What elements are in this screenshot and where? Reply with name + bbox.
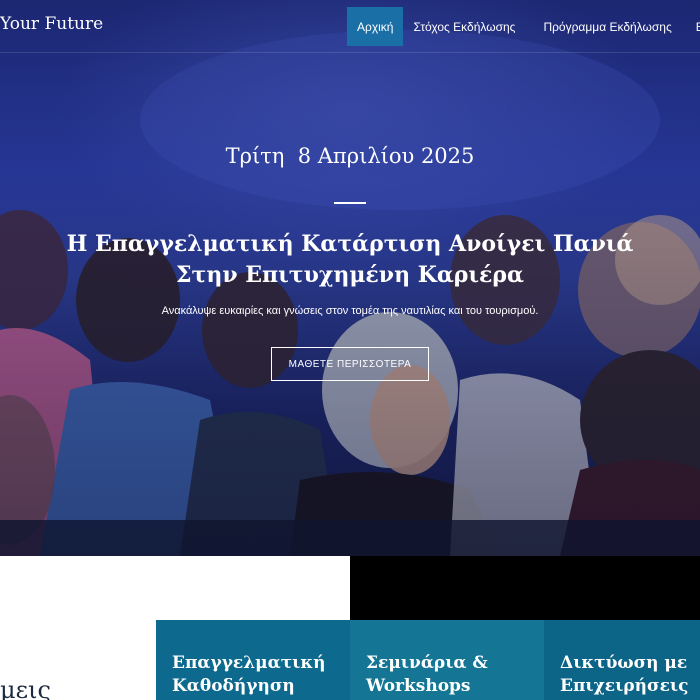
hero-title: Η Επαγγελματική Κατάρτιση Ανοίγει Πανιά … — [66, 231, 634, 288]
section-heading: μεις — [0, 676, 51, 700]
main-nav: Αρχική Στόχος Εκδήλωσης Πρόγραμμα Εκδήλω… — [347, 7, 700, 46]
service-card-networking[interactable]: Δικτύωση με Επιχειρήσεις — [544, 620, 700, 700]
hero-section: Τρίτη 8 Απριλίου 2025 Η Επαγγελματική Κα… — [0, 0, 700, 556]
hero-subtitle: Ανακάλυψε ευκαιρίες και γνώσεις στον τομ… — [161, 305, 539, 317]
nav-item-event-goal[interactable]: Στόχος Εκδήλωσης — [403, 7, 525, 46]
nav-item-contact[interactable]: Επικοι — [686, 7, 700, 46]
nav-item-event-program[interactable]: Πρόγραμμα Εκδήλωσης — [529, 7, 685, 46]
top-navbar: Your Future Αρχική Στόχος Εκδήλωσης Πρόγ… — [0, 0, 700, 53]
event-date: Τρίτη 8 Απριλίου 2025 — [225, 144, 475, 168]
nav-item-home[interactable]: Αρχική — [347, 7, 404, 46]
site-brand[interactable]: Your Future — [0, 14, 103, 34]
hero-divider — [334, 202, 366, 204]
learn-more-button[interactable]: ΜΑΘΕΤΕ ΠΕΡΙΣΣΟΤΕΡΑ — [271, 347, 429, 381]
black-panel — [350, 556, 700, 620]
service-card-seminars[interactable]: Σεμινάρια & Workshops — [350, 620, 544, 700]
service-card-career-guidance[interactable]: Επαγγελματική Καθοδήγηση — [156, 620, 350, 700]
